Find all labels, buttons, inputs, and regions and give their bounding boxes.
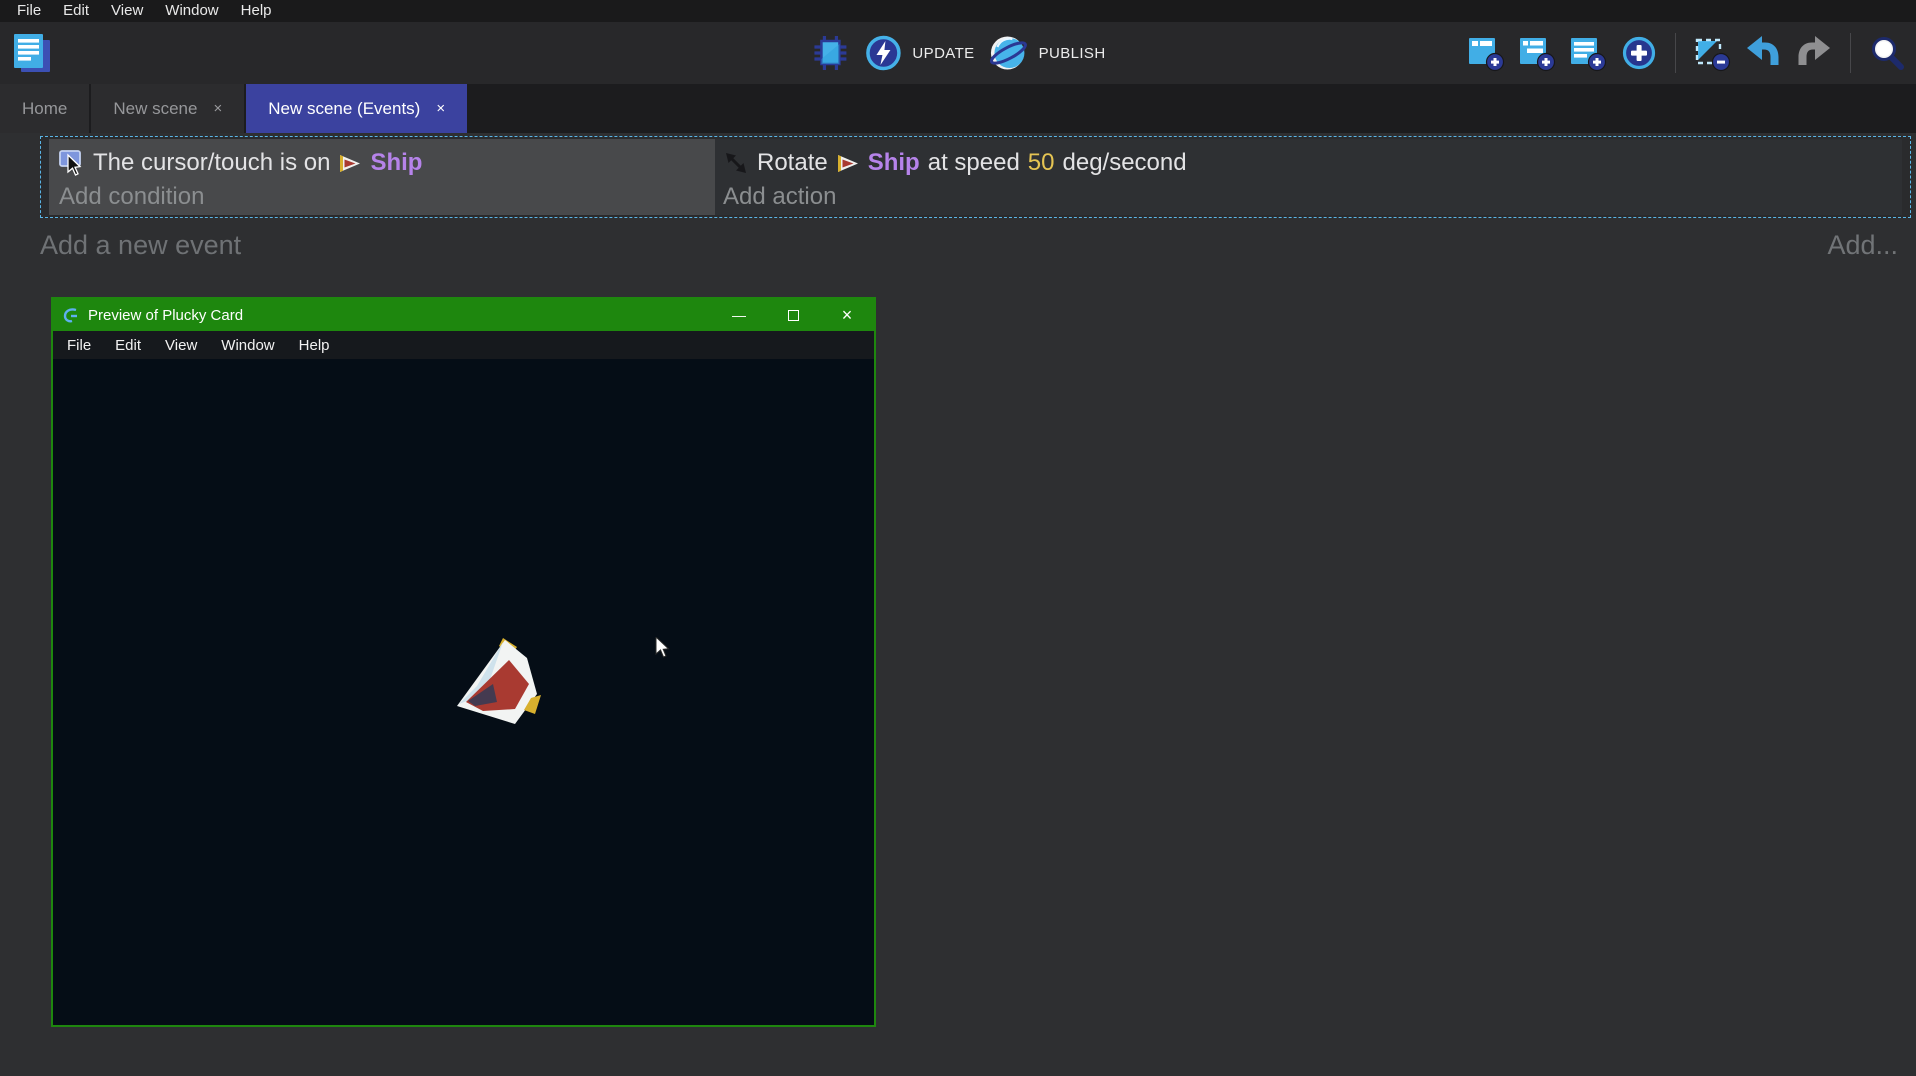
close-icon[interactable]: × bbox=[436, 100, 445, 117]
tab-home[interactable]: Home bbox=[0, 84, 89, 133]
menu-edit[interactable]: Edit bbox=[52, 0, 100, 22]
condition-text-row[interactable]: The cursor/touch is on Ship bbox=[59, 144, 715, 182]
preview-menu-file[interactable]: File bbox=[55, 337, 103, 354]
ship-sprite bbox=[453, 634, 545, 731]
delete-selection-icon[interactable] bbox=[1693, 34, 1731, 72]
menu-bar: File Edit View Window Help bbox=[0, 0, 1916, 22]
gdevelop-logo-icon bbox=[63, 307, 79, 323]
preview-menu-edit[interactable]: Edit bbox=[103, 337, 153, 354]
add-event-row: Add a new event Add... bbox=[40, 230, 1898, 261]
action-verb: Rotate bbox=[757, 149, 828, 177]
menu-file[interactable]: File bbox=[6, 0, 52, 22]
update-button[interactable]: UPDATE bbox=[863, 33, 974, 73]
publish-button[interactable]: PUBLISH bbox=[988, 32, 1106, 74]
preview-menu-view[interactable]: View bbox=[153, 337, 209, 354]
condition-text: The cursor/touch is on bbox=[93, 149, 330, 177]
publish-label: PUBLISH bbox=[1039, 45, 1106, 62]
events-sheet: The cursor/touch is on Ship Add conditio… bbox=[0, 133, 1916, 1076]
project-manager-icon[interactable] bbox=[10, 30, 54, 76]
ship-object-icon bbox=[338, 154, 362, 173]
gdevelop-app: File Edit View Window Help bbox=[0, 0, 1916, 1076]
update-icon bbox=[863, 33, 903, 73]
maximize-icon[interactable] bbox=[766, 299, 820, 331]
main-toolbar: UPDATE PUBLISH bbox=[0, 22, 1916, 84]
search-icon[interactable] bbox=[1868, 34, 1906, 72]
mouse-cursor-icon bbox=[655, 637, 671, 664]
menu-help[interactable]: Help bbox=[230, 0, 283, 22]
action-connector: at speed bbox=[928, 149, 1020, 177]
event-row[interactable]: The cursor/touch is on Ship Add conditio… bbox=[40, 136, 1911, 218]
tab-label: Home bbox=[22, 99, 67, 119]
action-cell[interactable]: Rotate Ship at speed 50 deg/second Add a… bbox=[715, 139, 1902, 215]
rotate-action-icon bbox=[723, 150, 749, 176]
game-canvas[interactable] bbox=[53, 359, 874, 1025]
preview-window-title: Preview of Plucky Card bbox=[88, 307, 243, 324]
tab-label: New scene bbox=[113, 99, 197, 119]
add-action-button[interactable]: Add action bbox=[723, 183, 1902, 211]
condition-cell[interactable]: The cursor/touch is on Ship Add conditio… bbox=[49, 139, 715, 215]
choose-add-event-icon[interactable] bbox=[1620, 34, 1658, 72]
ship-object-icon bbox=[836, 154, 860, 173]
add-condition-button[interactable]: Add condition bbox=[59, 183, 715, 211]
condition-object-name: Ship bbox=[370, 149, 422, 177]
undo-icon[interactable] bbox=[1744, 34, 1782, 72]
preview-menu-window[interactable]: Window bbox=[209, 337, 286, 354]
toolbar-separator bbox=[1850, 33, 1851, 73]
menu-view[interactable]: View bbox=[100, 0, 154, 22]
close-icon[interactable]: × bbox=[820, 299, 874, 331]
add-comment-icon[interactable] bbox=[1569, 34, 1607, 72]
update-label: UPDATE bbox=[912, 45, 974, 62]
tab-new-scene[interactable]: New scene × bbox=[91, 84, 244, 133]
preview-window: Preview of Plucky Card — × File Edit Vie… bbox=[51, 297, 876, 1027]
action-object-name: Ship bbox=[868, 149, 920, 177]
add-more-button[interactable]: Add... bbox=[1827, 230, 1898, 261]
preview-menu-bar: File Edit View Window Help bbox=[53, 331, 874, 359]
publish-icon bbox=[988, 32, 1030, 74]
add-event-icon[interactable] bbox=[1467, 34, 1505, 72]
tab-label: New scene (Events) bbox=[268, 99, 420, 119]
close-icon[interactable]: × bbox=[213, 100, 222, 117]
debug-icon[interactable] bbox=[810, 33, 850, 73]
preview-menu-help[interactable]: Help bbox=[287, 337, 342, 354]
minimize-icon[interactable]: — bbox=[712, 299, 766, 331]
action-unit: deg/second bbox=[1063, 149, 1187, 177]
menu-window[interactable]: Window bbox=[154, 0, 229, 22]
cursor-on-object-icon bbox=[59, 148, 85, 178]
toolbar-separator bbox=[1675, 33, 1676, 73]
add-new-event-button[interactable]: Add a new event bbox=[40, 230, 241, 261]
window-controls: — × bbox=[712, 299, 874, 331]
action-value: 50 bbox=[1028, 149, 1055, 177]
tab-bar: Home New scene × New scene (Events) × bbox=[0, 84, 1916, 133]
preview-title-bar[interactable]: Preview of Plucky Card — × bbox=[53, 299, 874, 331]
tab-new-scene-events[interactable]: New scene (Events) × bbox=[246, 84, 467, 133]
action-text-row[interactable]: Rotate Ship at speed 50 deg/second bbox=[723, 144, 1902, 182]
add-subevent-icon[interactable] bbox=[1518, 34, 1556, 72]
redo-icon[interactable] bbox=[1795, 34, 1833, 72]
